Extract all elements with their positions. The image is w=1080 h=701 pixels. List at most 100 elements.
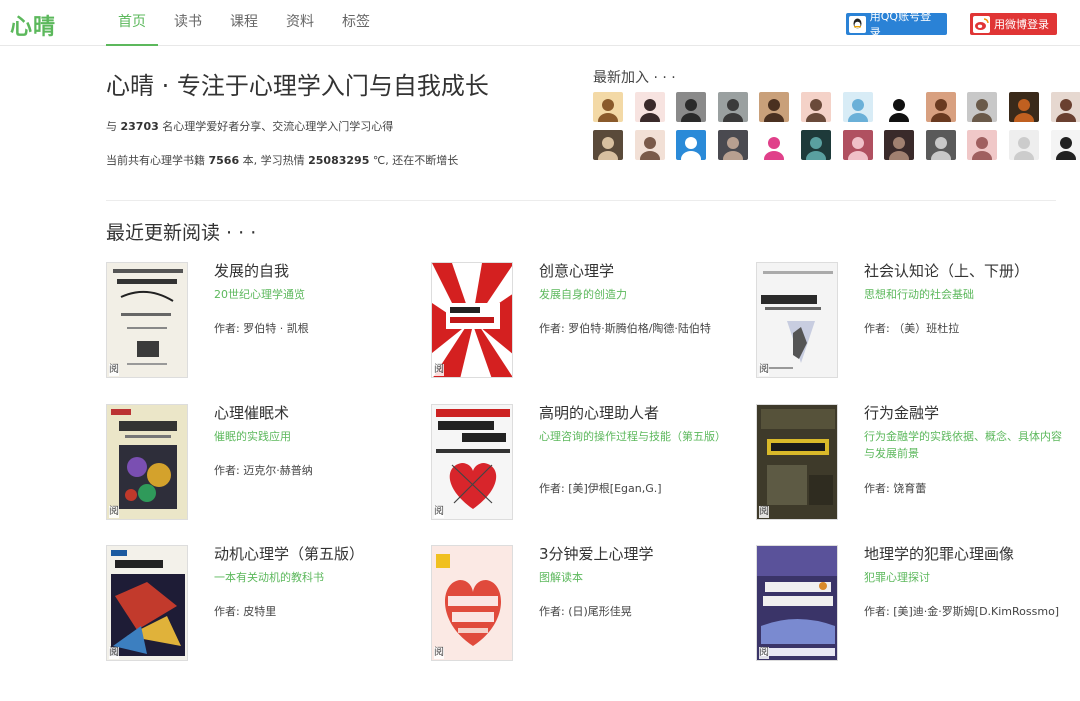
book-title[interactable]: 心理催眠术	[214, 402, 289, 423]
member-avatar[interactable]	[800, 92, 831, 122]
book-author: 作者: 罗伯特 · 凯根	[214, 322, 309, 335]
book-title[interactable]: 3分钟爱上心理学	[539, 543, 654, 564]
book-title[interactable]: 行为金融学	[864, 402, 939, 423]
newest-members-grid	[593, 92, 1080, 160]
book-cover[interactable]: 阅	[431, 545, 513, 661]
weibo-login-button[interactable]: 用微博登录	[970, 13, 1057, 35]
member-avatar[interactable]	[884, 92, 915, 122]
nav-tags[interactable]: 标签	[330, 0, 382, 46]
member-avatar[interactable]	[634, 130, 665, 160]
book-title[interactable]: 地理学的犯罪心理画像	[864, 543, 1014, 564]
read-mark: 阅	[109, 647, 119, 659]
book-subtitle: 心理咨询的操作过程与技能（第五版）	[539, 430, 726, 443]
member-count: 23703	[120, 120, 159, 133]
nav-home[interactable]: 首页	[106, 0, 158, 46]
member-avatar[interactable]	[925, 130, 956, 160]
book-cover[interactable]: 阅	[431, 404, 513, 520]
member-avatar[interactable]	[967, 92, 998, 122]
book-cover[interactable]: 阅	[106, 545, 188, 661]
read-mark: 阅	[759, 647, 769, 659]
book-item[interactable]: 阅 创意心理学 发展自身的创造力 作者: 罗伯特·斯腾伯格/陶德·陆伯特	[431, 262, 741, 382]
book-cover[interactable]: 阅	[756, 262, 838, 378]
weibo-icon	[973, 15, 990, 33]
heat-count: 25083295	[308, 154, 370, 167]
book-item[interactable]: 阅 高明的心理助人者 心理咨询的操作过程与技能（第五版） 作者: [美]伊根[E…	[431, 404, 741, 524]
book-subtitle: 犯罪心理探讨	[864, 571, 930, 584]
book-title[interactable]: 动机心理学（第五版）	[214, 543, 364, 564]
member-count-line: 与 23703 名心理学爱好者分享、交流心理学入门学习心得	[106, 118, 393, 134]
main-nav: 首页 读书 课程 资料 标签	[106, 0, 386, 46]
hero-title: 心晴 · 专注于心理学入门与自我成长	[106, 72, 489, 100]
weibo-login-label: 用微博登录	[994, 18, 1049, 31]
read-mark: 阅	[434, 506, 444, 518]
book-cover[interactable]: 阅	[106, 404, 188, 520]
book-item[interactable]: 阅 心理催眠术 催眠的实践应用 作者: 迈克尔·赫普纳	[106, 404, 416, 524]
book-cover[interactable]: 阅	[431, 262, 513, 378]
read-mark: 阅	[759, 506, 769, 518]
member-avatar[interactable]	[842, 130, 873, 160]
book-stats-pre: 当前共有心理学书籍	[106, 154, 209, 167]
book-stats-mid: 本, 学习热情	[239, 154, 309, 167]
site-logo[interactable]: 心晴	[10, 9, 56, 41]
member-avatar[interactable]	[884, 130, 915, 160]
book-author: 作者: [美]伊根[Egan,G.]	[539, 482, 662, 495]
book-cover[interactable]: 阅	[756, 545, 838, 661]
recent-reading-title: 最近更新阅读 · · ·	[106, 222, 257, 244]
member-avatar[interactable]	[1008, 130, 1039, 160]
member-avatar[interactable]	[717, 92, 748, 122]
book-subtitle: 一本有关动机的教科书	[214, 571, 324, 584]
book-count: 7566	[208, 154, 240, 167]
member-avatar[interactable]	[593, 130, 623, 160]
book-subtitle: 思想和行动的社会基础	[864, 288, 974, 301]
qq-icon	[849, 15, 866, 33]
book-title[interactable]: 创意心理学	[539, 260, 614, 281]
qq-login-label: 用QQ账号登录	[869, 10, 932, 39]
read-mark: 阅	[109, 506, 119, 518]
member-avatar[interactable]	[967, 130, 998, 160]
nav-courses[interactable]: 课程	[218, 0, 270, 46]
book-subtitle: 发展自身的创造力	[539, 288, 627, 301]
member-avatar[interactable]	[676, 92, 707, 122]
book-author: 作者: 迈克尔·赫普纳	[214, 464, 313, 477]
member-avatar[interactable]	[593, 92, 623, 122]
book-item[interactable]: 阅 行为金融学 行为金融学的实践依据、概念、具体内容与发展前景 作者: 饶育蕾	[756, 404, 1066, 524]
book-author: 作者: [美]迪·金·罗斯姆[D.KimRossmo]	[864, 605, 1060, 618]
member-avatar[interactable]	[800, 130, 831, 160]
book-title[interactable]: 高明的心理助人者	[539, 402, 659, 423]
qq-login-button[interactable]: 用QQ账号登录	[846, 10, 947, 39]
member-text-post: 名心理学爱好者分享、交流心理学入门学习心得	[158, 120, 394, 133]
member-avatar[interactable]	[717, 130, 748, 160]
member-avatar[interactable]	[676, 130, 707, 160]
book-cover[interactable]: 阅	[756, 404, 838, 520]
member-avatar[interactable]	[759, 92, 790, 122]
member-avatar[interactable]	[634, 92, 665, 122]
book-item[interactable]: 阅 发展的自我 20世纪心理学通览 作者: 罗伯特 · 凯根	[106, 262, 416, 382]
member-avatar[interactable]	[1050, 92, 1080, 122]
book-item[interactable]: 阅 社会认知论（上、下册） 思想和行动的社会基础 作者: （美）班杜拉	[756, 262, 1066, 382]
book-title[interactable]: 发展的自我	[214, 260, 289, 281]
member-avatar[interactable]	[1008, 92, 1039, 122]
read-mark: 阅	[434, 647, 444, 659]
member-avatar[interactable]	[842, 92, 873, 122]
book-subtitle: 图解读本	[539, 571, 583, 584]
nav-materials[interactable]: 资料	[274, 0, 326, 46]
member-avatar[interactable]	[925, 92, 956, 122]
book-item[interactable]: 阅 3分钟爱上心理学 图解读本 作者: (日)尾形佳晃	[431, 545, 741, 665]
nav-reading[interactable]: 读书	[162, 0, 214, 46]
member-avatar[interactable]	[759, 130, 790, 160]
member-avatar[interactable]	[1050, 130, 1080, 160]
book-cover[interactable]: 阅	[106, 262, 188, 378]
book-author: 作者: 罗伯特·斯腾伯格/陶德·陆伯特	[539, 322, 711, 335]
book-subtitle: 20世纪心理学通览	[214, 288, 305, 301]
book-author: 作者: 皮特里	[214, 605, 277, 618]
book-item[interactable]: 阅 动机心理学（第五版） 一本有关动机的教科书 作者: 皮特里	[106, 545, 416, 665]
book-author: 作者: 饶育蕾	[864, 482, 927, 495]
section-divider	[106, 200, 1056, 201]
book-subtitle: 催眠的实践应用	[214, 430, 291, 443]
book-title[interactable]: 社会认知论（上、下册）	[864, 260, 1029, 281]
read-mark: 阅	[759, 364, 769, 376]
top-header: 心晴 首页 读书 课程 资料 标签 用QQ账号登录 用微博登录	[0, 0, 1080, 46]
book-subtitle: 行为金融学的实践依据、概念、具体内容与发展前景	[864, 430, 1062, 460]
book-item[interactable]: 阅 地理学的犯罪心理画像 犯罪心理探讨 作者: [美]迪·金·罗斯姆[D.Kim…	[756, 545, 1066, 665]
book-author: 作者: （美）班杜拉	[864, 322, 960, 335]
